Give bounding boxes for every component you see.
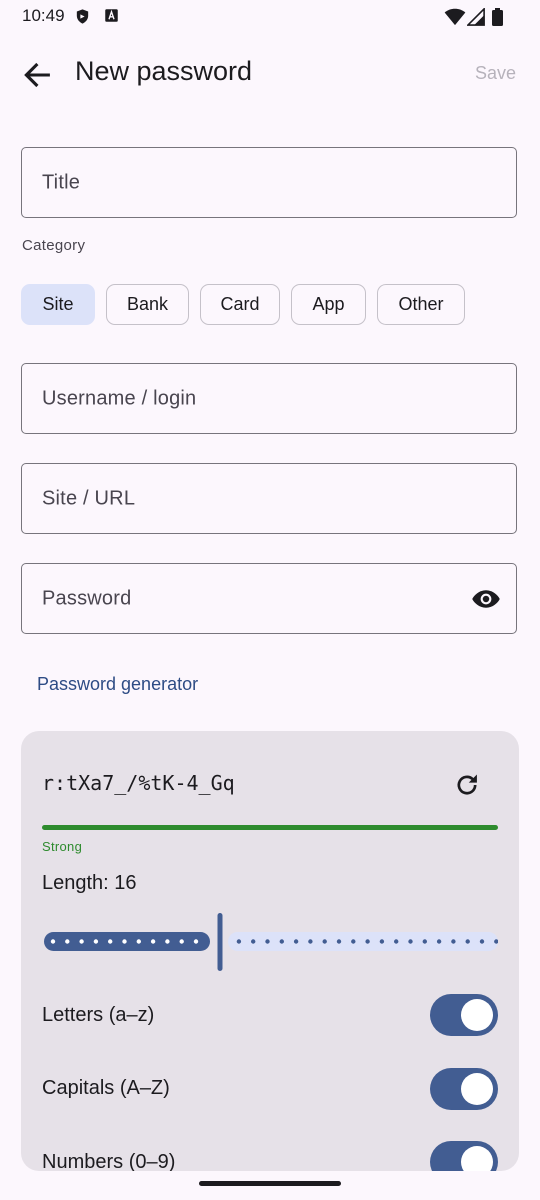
- home-indicator[interactable]: [199, 1181, 341, 1186]
- toggle-letters[interactable]: [430, 994, 498, 1036]
- length-label: Length: 16: [42, 872, 137, 894]
- url-placeholder: Site / URL: [42, 487, 136, 509]
- slider-tick: [108, 939, 113, 944]
- slider-tick: [236, 939, 242, 944]
- eye-icon[interactable]: [471, 584, 501, 614]
- slider-tick: [351, 939, 356, 944]
- option-capitals-label: Capitals (A–Z): [42, 1077, 170, 1099]
- length-slider[interactable]: [42, 911, 498, 973]
- slider-tick: [308, 939, 313, 944]
- toggle-knob: [461, 999, 493, 1031]
- password-placeholder: Password: [42, 587, 132, 609]
- slider-tick: [122, 939, 127, 944]
- option-letters-label: Letters (a–z): [42, 1004, 155, 1026]
- refresh-icon[interactable]: [453, 771, 481, 799]
- generated-password: r:tXa7_/%tK-4_Gq: [42, 771, 235, 795]
- chip-site[interactable]: Site: [21, 284, 95, 325]
- title-placeholder: Title: [42, 171, 81, 193]
- url-field[interactable]: Site / URL: [21, 463, 517, 534]
- slider-tick: [179, 939, 184, 944]
- slider-tick: [265, 939, 270, 944]
- battery-icon: [492, 8, 503, 26]
- chip-other[interactable]: Other: [377, 284, 465, 325]
- slider-tick: [322, 939, 327, 944]
- toggle-capitals[interactable]: [430, 1068, 498, 1110]
- username-field[interactable]: Username / login: [21, 363, 517, 434]
- slider-tick: [293, 939, 299, 944]
- slider-tick: [394, 939, 399, 944]
- slider-tick: [165, 939, 170, 944]
- toggle-knob: [461, 1146, 493, 1171]
- password-generator-link[interactable]: Password generator: [37, 674, 198, 695]
- slider-tick: [451, 939, 456, 944]
- slider-tick: [279, 939, 284, 944]
- slider-tick: [436, 939, 442, 944]
- slider-tick: [150, 939, 156, 944]
- category-label: Category: [22, 237, 86, 254]
- slider-tick: [50, 939, 56, 944]
- chip-app[interactable]: App: [291, 284, 366, 325]
- slider-tick: [379, 939, 385, 944]
- slider-tick: [136, 939, 141, 944]
- slider-thumb: [217, 913, 223, 971]
- back-arrow-icon[interactable]: [20, 58, 54, 92]
- slider-tick: [465, 939, 470, 944]
- generator-card: r:tXa7_/%tK-4_Gq Strong Length: 16 Lette…: [21, 731, 519, 1171]
- slider-tick: [79, 939, 84, 944]
- status-time: 10:49: [22, 6, 65, 25]
- slider-tick: [65, 939, 70, 944]
- a-badge-icon: [105, 9, 118, 22]
- strength-label: Strong: [42, 839, 83, 854]
- slider-tick: [336, 939, 342, 944]
- chip-bank[interactable]: Bank: [106, 284, 189, 325]
- title-field[interactable]: Title: [21, 147, 517, 218]
- toggle-knob: [461, 1073, 493, 1105]
- signal-icon: [467, 8, 485, 26]
- slider-tick: [365, 939, 370, 944]
- username-placeholder: Username / login: [42, 387, 197, 409]
- slider-tick: [251, 939, 256, 944]
- page-title: New password: [75, 56, 253, 86]
- slider-tick: [408, 939, 413, 944]
- slider-tick: [479, 939, 485, 944]
- strength-bar: [42, 825, 498, 830]
- save-button[interactable]: Save: [475, 63, 516, 84]
- shield-icon: [76, 9, 89, 24]
- chip-card[interactable]: Card: [200, 284, 280, 325]
- password-field[interactable]: Password: [21, 563, 517, 634]
- slider-tick: [422, 939, 427, 944]
- option-numbers-label: Numbers (0–9): [42, 1151, 176, 1171]
- toggle-numbers[interactable]: [430, 1141, 498, 1171]
- wifi-icon: [444, 8, 466, 26]
- slider-tick: [93, 939, 99, 944]
- slider-tick: [193, 939, 199, 944]
